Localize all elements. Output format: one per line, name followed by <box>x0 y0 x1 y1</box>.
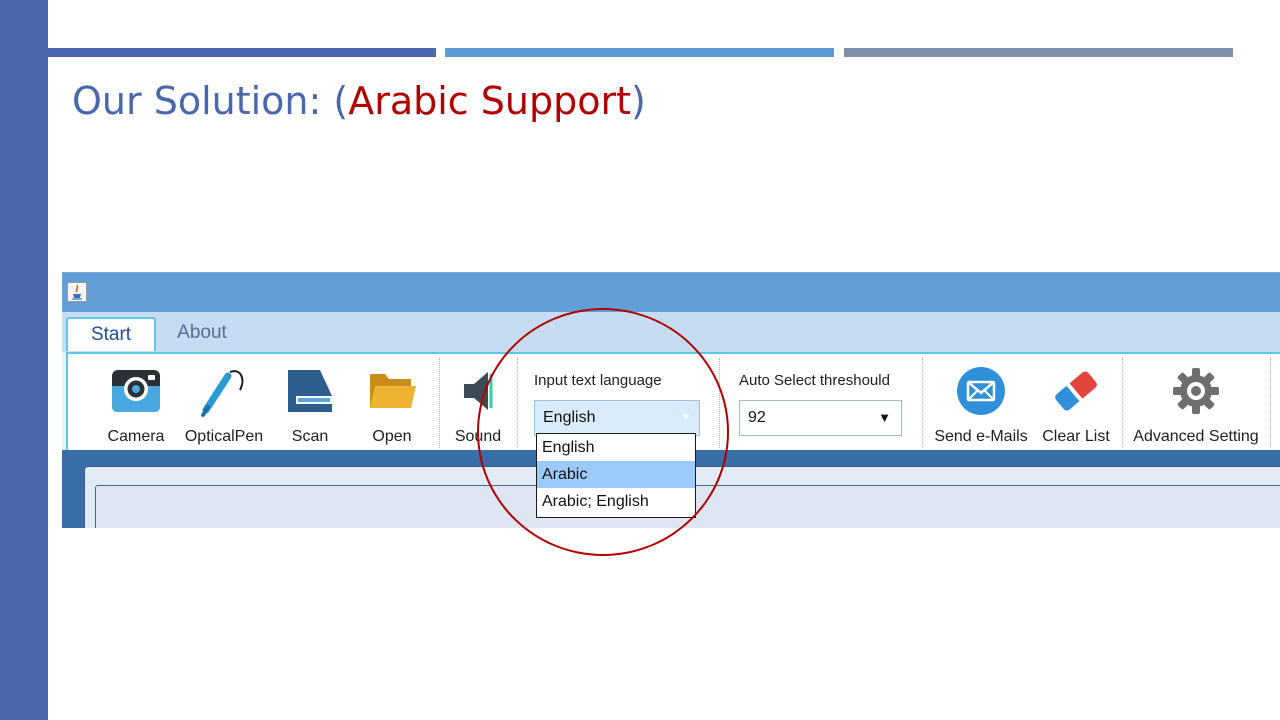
slide-title-end: ) <box>631 79 646 123</box>
eraser-icon <box>1055 371 1097 411</box>
chevron-down-icon: ▼ <box>681 412 691 423</box>
scan-label: Scan <box>291 428 329 445</box>
camera-label: Camera <box>107 428 165 445</box>
language-option-arabic-english[interactable]: Arabic; English <box>537 488 695 515</box>
slide-accent-line <box>844 48 1233 57</box>
tab-strip: Start About <box>62 312 1280 352</box>
advanced-setting-button[interactable]: Advanced Setting <box>1128 360 1264 446</box>
slide-title: Our Solution: (Arabic Support) <box>72 76 646 126</box>
language-select[interactable]: English ▼ <box>534 400 700 436</box>
tab-about[interactable]: About <box>162 317 242 351</box>
optical-pen-label: OpticalPen <box>184 428 264 445</box>
open-label: Open <box>372 428 412 445</box>
gear-icon <box>1173 368 1219 414</box>
scan-button[interactable]: Scan <box>275 360 345 446</box>
toolbar-separator <box>439 358 440 448</box>
tab-start[interactable]: Start <box>66 317 156 351</box>
sound-button[interactable]: Sound <box>446 360 510 446</box>
camera-icon <box>112 370 160 412</box>
camera-button[interactable]: Camera <box>101 360 171 446</box>
slide-title-highlight: Arabic Support <box>348 79 631 123</box>
slide-left-bar <box>0 0 48 720</box>
language-option-english[interactable]: English <box>537 434 695 461</box>
open-button[interactable]: Open <box>357 360 427 446</box>
scanner-icon <box>288 370 332 412</box>
clear-list-label: Clear List <box>1042 428 1110 445</box>
java-icon[interactable] <box>67 282 87 302</box>
toolbar-separator <box>517 358 518 448</box>
language-option-arabic[interactable]: Arabic <box>537 461 695 488</box>
language-label: Input text language <box>534 372 662 389</box>
threshold-select-value: 92 <box>748 409 766 426</box>
chevron-down-icon: ▼ <box>878 410 891 425</box>
sound-label: Sound <box>454 428 502 445</box>
toolbar-separator <box>1122 358 1123 448</box>
toolbar-separator <box>922 358 923 448</box>
window-titlebar <box>62 272 1280 313</box>
threshold-select[interactable]: 92 ▼ <box>739 400 902 436</box>
slide-accent-line <box>48 48 436 57</box>
clear-list-button[interactable]: Clear List <box>1036 360 1116 446</box>
send-emails-label: Send e-Mails <box>934 428 1028 445</box>
toolbar-separator <box>719 358 720 448</box>
folder-icon <box>370 374 416 408</box>
language-select-value: English <box>543 409 596 426</box>
language-dropdown-list: English Arabic Arabic; English <box>536 433 696 518</box>
mail-icon <box>957 367 1005 415</box>
optical-pen-icon <box>201 370 244 417</box>
threshold-label: Auto Select threshould <box>739 372 890 389</box>
toolbar-separator <box>1270 358 1271 448</box>
slide-title-main: Our Solution: ( <box>72 79 349 123</box>
slide-accent-line <box>445 48 834 57</box>
send-emails-button[interactable]: Send e-Mails <box>930 360 1032 446</box>
speaker-icon <box>464 372 493 410</box>
advanced-setting-label: Advanced Setting <box>1133 428 1259 445</box>
optical-pen-button[interactable]: OpticalPen <box>178 360 270 446</box>
